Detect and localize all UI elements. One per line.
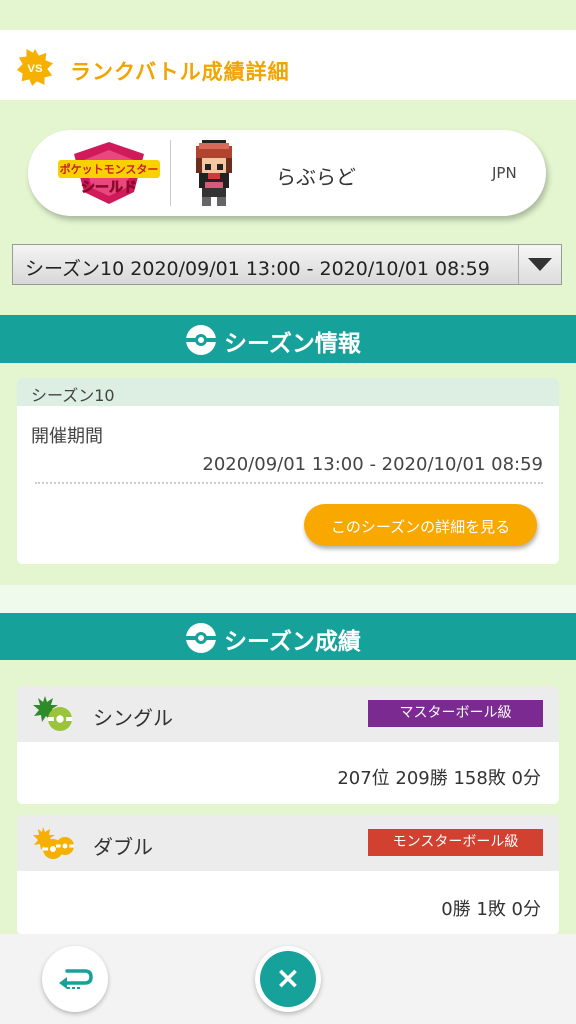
single-battle-name: シングル (93, 706, 173, 730)
season-detail-button[interactable]: このシーズンの詳細を見る (304, 504, 537, 546)
game-logo-line1: ポケットモンスター (60, 162, 159, 176)
vs-badge-icon: VS (16, 48, 54, 86)
profile-divider (170, 140, 171, 206)
trainer-avatar (196, 140, 232, 206)
season-info-card: シーズン10 開催期間 2020/09/01 13:00 - 2020/10/0… (17, 378, 559, 564)
pokeball-icon (186, 325, 216, 355)
double-battle-name: ダブル (93, 835, 153, 859)
season-results-header: シーズン成績 (0, 613, 576, 661)
pokeball-icon (186, 623, 216, 653)
period-value: 2020/09/01 13:00 - 2020/10/01 08:59 (202, 454, 543, 475)
season-info-header: シーズン情報 (0, 315, 576, 363)
season-info-title: シーズン情報 (224, 331, 361, 357)
profile-card: ポケットモンスター シールド らぶらど JPN (28, 130, 546, 216)
season-select[interactable]: シーズン10 2020/09/01 13:00 - 2020/10/01 08:… (12, 244, 562, 285)
dropdown-arrow-icon (528, 258, 552, 271)
close-icon: × (260, 951, 316, 1007)
season-name: シーズン10 (31, 386, 115, 405)
double-battle-card-header: ダブル モンスターボール級 (17, 815, 559, 871)
player-name: らぶらど (276, 165, 356, 189)
dropdown-button[interactable] (518, 245, 561, 284)
game-logo: ポケットモンスター シールド (58, 142, 160, 204)
double-battle-card[interactable]: ダブル モンスターボール級 0勝 1敗 0分 (17, 815, 559, 935)
back-arrow-icon (59, 969, 93, 989)
season-info-card-header: シーズン10 (17, 378, 559, 406)
game-logo-line2: シールド (81, 180, 137, 196)
period-label: 開催期間 (31, 426, 103, 447)
close-button[interactable]: × (255, 946, 321, 1012)
double-battle-icon (33, 827, 74, 859)
single-rank-badge: マスターボール級 (368, 700, 543, 727)
double-battle-result: 0勝 1敗 0分 (441, 899, 541, 920)
section-gap (0, 585, 576, 613)
double-rank-badge: モンスターボール級 (368, 829, 543, 856)
status-area (0, 0, 576, 30)
dotted-divider (35, 482, 543, 484)
single-battle-icon (33, 696, 72, 731)
vs-badge-text: VS (27, 63, 43, 75)
season-results-title: シーズン成績 (224, 629, 361, 655)
player-region: JPN (492, 164, 517, 182)
page-title: ランクバトル成績詳細 (70, 60, 290, 84)
single-battle-card-header: シングル マスターボール級 (17, 686, 559, 742)
season-select-value: シーズン10 2020/09/01 13:00 - 2020/10/01 08:… (25, 258, 490, 280)
single-battle-card[interactable]: シングル マスターボール級 207位 209勝 158敗 0分 (17, 686, 559, 804)
season-detail-button-label: このシーズンの詳細を見る (330, 518, 511, 536)
single-battle-result: 207位 209勝 158敗 0分 (337, 768, 541, 789)
back-button[interactable] (42, 946, 108, 1012)
